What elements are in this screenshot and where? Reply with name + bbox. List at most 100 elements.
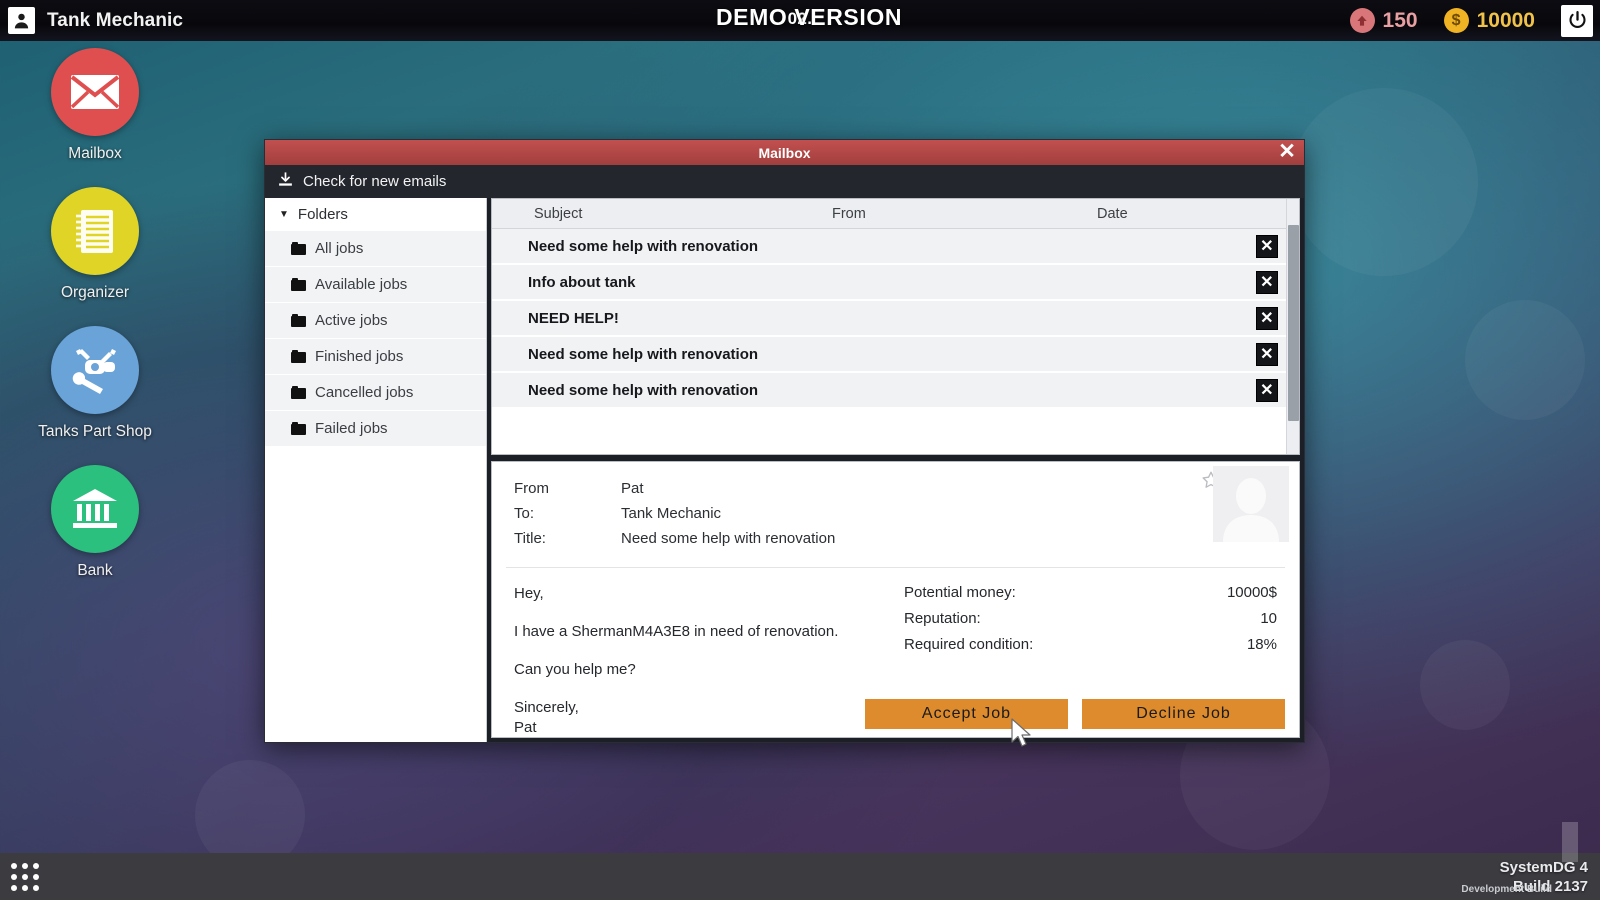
detail-value-from: Pat [621,480,644,497]
mailbox-title-bar: Mailbox ✕ [265,140,1304,165]
table-row[interactable]: Info about tank ✕ [492,265,1286,301]
email-subject: Need some help with renovation [528,345,759,363]
decline-job-button[interactable]: Decline Job [1082,699,1285,729]
desktop-icon-tanks-part-shop[interactable]: Tanks Part Shop [0,326,190,441]
folder-icon [291,313,306,327]
delete-email-icon[interactable]: ✕ [1255,378,1278,402]
reputation-arrow-icon [1349,8,1375,33]
info-key: Reputation: [904,610,981,627]
column-header-subject: Subject [534,205,583,222]
close-icon[interactable]: ✕ [1276,141,1298,163]
email-list: Subject From Date Need some help with re… [491,198,1300,455]
apps-grid-icon[interactable] [10,862,40,892]
detail-value-to: Tank Mechanic [621,505,722,522]
info-row-reputation: Reputation: 10 [904,610,1277,627]
info-row-potential-money: Potential money: 10000$ [904,584,1277,601]
delete-email-icon[interactable]: ✕ [1255,342,1278,366]
folder-icon [291,421,306,435]
chevron-down-icon: ▼ [279,209,289,220]
email-detail-fields: From Pat To: Tank Mechanic Title: Need s… [514,480,1299,555]
email-message-body: Hey, I have a ShermanM4A3E8 in need of r… [492,584,892,737]
table-row[interactable]: Need some help with renovation ✕ [492,337,1286,373]
info-value: 10000$ [1226,584,1277,601]
reputation-stat: 150 [1349,8,1418,33]
delete-email-icon[interactable]: ✕ [1255,306,1278,330]
envelope-icon [51,48,139,136]
folder-item-cancelled-jobs[interactable]: Cancelled jobs [265,375,486,411]
scrollbar-thumb[interactable] [1288,225,1299,421]
email-list-header: Subject From Date [492,199,1286,229]
mailbox-body: ▼ Folders All jobs Available jobs Active… [265,198,1304,742]
desktop-icon-mailbox[interactable]: Mailbox [0,48,190,163]
detail-value-title: Need some help with renovation [621,530,836,547]
folder-icon [291,349,306,363]
background-bokeh [1420,640,1510,730]
level-number: 02. [787,9,813,28]
table-row[interactable]: NEED HELP! ✕ [492,301,1286,337]
download-inbox-icon [277,171,294,193]
detail-key-from: From [514,480,549,497]
folder-label: Available jobs [315,276,408,293]
folder-item-active-jobs[interactable]: Active jobs [265,303,486,339]
money-stat: $ 10000 [1443,8,1535,33]
development-build-bar [1562,821,1578,862]
player-name: Tank Mechanic [47,9,184,31]
mailbox-right-pane: Subject From Date Need some help with re… [487,198,1304,742]
info-row-required-condition: Required condition: 18% [904,636,1277,653]
detail-key-to: To: [514,505,535,522]
desktop-icon-organizer[interactable]: Organizer [0,187,190,302]
info-value: 10 [1260,610,1277,627]
desktop-icon-bank[interactable]: Bank [0,465,190,580]
desktop-icon-label: Bank [77,562,113,579]
folders-pane: ▼ Folders All jobs Available jobs Active… [265,198,487,742]
check-new-emails-button[interactable]: Check for new emails [277,171,446,193]
message-greeting: Hey, [514,585,544,602]
background-bokeh [1465,300,1585,420]
folder-item-finished-jobs[interactable]: Finished jobs [265,339,486,375]
email-list-scrollbar[interactable] [1286,199,1299,454]
detail-row-to: To: Tank Mechanic [514,505,1299,522]
folder-label: Finished jobs [315,348,404,365]
email-detail-actions: Accept Job Decline Job [865,699,1285,729]
user-avatar-icon [8,7,35,34]
delete-email-icon[interactable]: ✕ [1255,234,1278,258]
bank-building-icon [51,465,139,553]
accept-job-button[interactable]: Accept Job [865,699,1068,729]
folders-header[interactable]: ▼ Folders [265,198,486,231]
info-key: Potential money: [904,584,1016,601]
folder-label: Active jobs [315,312,388,329]
folder-label: All jobs [315,240,364,257]
message-line-1: I have a ShermanM4A3E8 in need of renova… [514,623,839,640]
top-status-bar: Tank Mechanic 02. DEMO VERSION 150 $ 100… [0,0,1600,41]
build-info: SystemDG 4 Build 2137 Development Build [1461,821,1588,896]
bottom-taskbar: SystemDG 4 Build 2137 Development Build [0,821,1600,900]
folder-item-available-jobs[interactable]: Available jobs [265,267,486,303]
folder-label: Cancelled jobs [315,384,414,401]
dollar-coin-icon: $ [1443,8,1469,33]
info-value: 18% [1246,636,1277,653]
check-new-emails-label: Check for new emails [303,173,447,190]
message-line-2: Can you help me? [514,661,636,678]
email-subject: Need some help with renovation [528,381,759,399]
top-bar-stats: 150 $ 10000 [1349,4,1600,37]
delete-email-icon[interactable]: ✕ [1255,270,1278,294]
engine-wrench-icon [51,326,139,414]
table-row[interactable]: Need some help with renovation ✕ [492,229,1286,265]
folders-header-label: Folders [297,206,348,223]
desktop-icon-label: Tanks Part Shop [38,423,152,440]
folder-icon [291,277,306,291]
email-list-inner: Subject From Date Need some help with re… [492,199,1286,454]
mailbox-toolbar: Check for new emails [265,165,1304,198]
window-title: Mailbox [758,144,811,161]
message-signature: Pat [514,719,537,736]
contact-avatar-icon [1213,466,1289,542]
background-bokeh [1290,88,1478,276]
folder-icon [291,241,306,255]
folder-item-failed-jobs[interactable]: Failed jobs [265,411,486,447]
folder-item-all-jobs[interactable]: All jobs [265,231,486,267]
power-icon[interactable] [1561,4,1593,37]
email-detail-panel: From Pat To: Tank Mechanic Title: Need s… [491,461,1300,738]
table-row[interactable]: Need some help with renovation ✕ [492,373,1286,409]
message-signoff: Sincerely, [514,699,579,716]
desktop-icon-label: Mailbox [68,145,122,162]
